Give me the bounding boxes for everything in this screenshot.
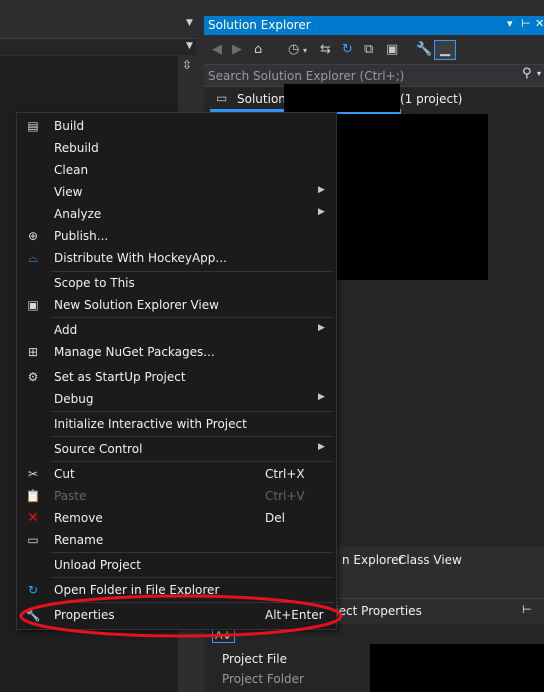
back-icon[interactable]: ◀ (212, 42, 222, 57)
rename-icon: ▭ (27, 533, 39, 547)
show-all-files-icon[interactable]: ▣ (386, 42, 398, 57)
sync-icon[interactable]: ⇆ (320, 42, 331, 57)
history-dropdown-icon[interactable]: ▾ (303, 46, 307, 55)
navigation-bar: ▼ (0, 38, 196, 55)
solution-label: Solution (237, 92, 286, 106)
menu-item-clean[interactable]: Clean (17, 159, 336, 181)
property-row[interactable]: Project File (222, 652, 287, 666)
paste-icon: 📋 (25, 489, 41, 503)
submenu-arrow-icon: ▶ (318, 185, 325, 195)
menu-item-view[interactable]: View ▶ (17, 181, 336, 203)
tab-overflow-icon[interactable]: ▼ (186, 18, 193, 28)
menu-item-build[interactable]: ▤ Build (17, 115, 336, 137)
scissors-icon: ✂ (27, 467, 39, 481)
menu-item-distribute-hockeyapp[interactable]: ⌓ Distribute With HockeyApp... (17, 247, 336, 269)
context-menu: ▤ Build Rebuild Clean View ▶ Analyze ▶ ⊕… (16, 112, 337, 630)
menu-item-set-startup[interactable]: ⚙ Set as StartUp Project (17, 366, 336, 388)
redacted-block (330, 114, 488, 280)
menu-separator (50, 317, 334, 318)
menu-separator (50, 552, 334, 553)
menu-item-remove[interactable]: ✕ Remove Del (17, 507, 336, 529)
menu-separator (50, 461, 334, 462)
search-icon[interactable]: ⚲ (522, 66, 532, 81)
solution-project-count: (1 project) (400, 92, 463, 106)
menu-item-unload-project[interactable]: Unload Project (17, 554, 336, 576)
menu-item-add[interactable]: Add ▶ (17, 319, 336, 341)
menu-item-new-solution-explorer-view[interactable]: ▣ New Solution Explorer View (17, 294, 336, 316)
globe-icon: ⊕ (27, 229, 39, 243)
menu-separator (50, 436, 334, 437)
pin-icon[interactable]: ⊢ (521, 17, 531, 30)
solution-explorer-title: Solution Explorer (208, 18, 311, 32)
redacted-block (370, 644, 544, 692)
menu-item-scope-to-this[interactable]: Scope to This (17, 272, 336, 294)
menu-item-rebuild[interactable]: Rebuild (17, 137, 336, 159)
nuget-icon: ⊞ (27, 345, 39, 359)
split-window-icon[interactable]: ⇳ (180, 58, 194, 72)
new-view-icon: ▣ (27, 298, 39, 312)
submenu-arrow-icon: ▶ (318, 442, 325, 452)
search-options-icon[interactable]: ▾ (537, 69, 541, 78)
menu-separator (50, 577, 334, 578)
hockeyapp-icon: ⌓ (28, 251, 38, 265)
submenu-arrow-icon: ▶ (318, 323, 325, 333)
window-menu-icon[interactable]: ▾ (507, 17, 513, 30)
preview-icon[interactable]: ▁ (434, 40, 456, 60)
menu-item-debug[interactable]: Debug ▶ (17, 388, 336, 410)
tab-class-view[interactable]: Class View (398, 553, 462, 567)
properties-wrench-icon[interactable]: 🔧 (416, 42, 432, 57)
menu-item-initialize-interactive[interactable]: Initialize Interactive with Project (17, 413, 336, 435)
forward-icon[interactable]: ▶ (232, 42, 242, 57)
property-row[interactable]: Project Folder (222, 672, 304, 686)
nav-dropdown-icon[interactable]: ▼ (186, 41, 193, 51)
menu-item-cut[interactable]: ✂ Cut Ctrl+X (17, 463, 336, 485)
history-icon[interactable]: ◷ (288, 42, 299, 57)
menu-item-rename[interactable]: ▭ Rename (17, 529, 336, 551)
submenu-arrow-icon: ▶ (318, 392, 325, 402)
solution-icon: ▭ (216, 91, 228, 105)
highlight-ellipse (19, 594, 343, 638)
editor-tab-strip: ▼ (0, 14, 204, 34)
remove-x-icon: ✕ (27, 510, 39, 526)
menu-item-analyze[interactable]: Analyze ▶ (17, 203, 336, 225)
build-icon: ▤ (27, 119, 39, 133)
close-icon[interactable]: ✕ (535, 17, 544, 30)
solution-explorer-toolbar: ◀ ▶ ⌂ ◷ ▾ ⇆ ↻ ⧉ ▣ 🔧 ▁ (204, 38, 544, 62)
redacted-block (284, 84, 400, 112)
refresh-icon[interactable]: ↻ (342, 42, 353, 57)
menu-item-manage-nuget[interactable]: ⊞ Manage NuGet Packages... (17, 341, 336, 363)
menu-item-source-control[interactable]: Source Control ▶ (17, 438, 336, 460)
menu-item-paste: 📋 Paste Ctrl+V (25, 489, 305, 503)
menu-item-publish[interactable]: ⊕ Publish... (17, 225, 336, 247)
collapse-all-icon[interactable]: ⧉ (364, 42, 373, 57)
tab-solution-explorer[interactable]: n Explorer (342, 553, 403, 567)
home-icon[interactable]: ⌂ (254, 42, 262, 57)
submenu-arrow-icon: ▶ (318, 207, 325, 217)
pin-icon[interactable]: ⊢ (522, 603, 532, 616)
gear-icon: ⚙ (27, 370, 39, 384)
solution-explorer-header: Solution Explorer ▾ ⊢ ✕ (204, 16, 544, 35)
menu-separator (50, 411, 334, 412)
